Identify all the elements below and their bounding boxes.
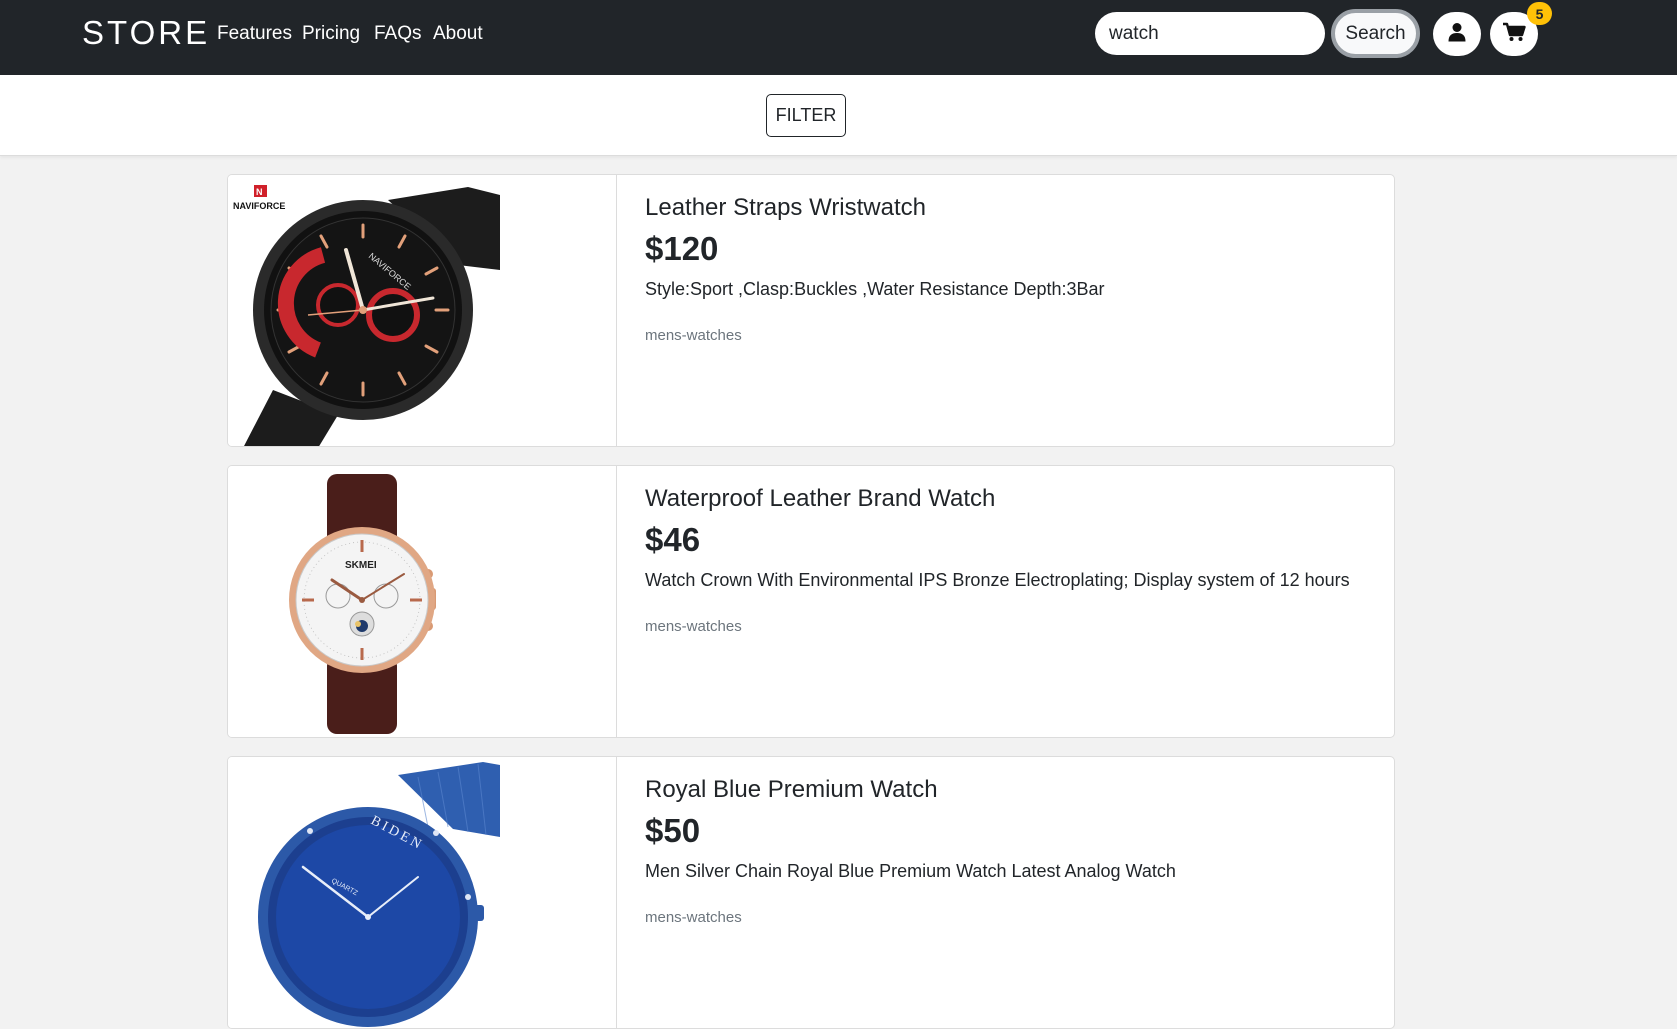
product-category: mens-watches	[645, 327, 742, 344]
product-title[interactable]: Leather Straps Wristwatch	[645, 194, 926, 222]
rose-gold-leather-watch-image: SKMEI	[289, 474, 436, 734]
product-description: Watch Crown With Environmental IPS Bronz…	[645, 570, 1350, 590]
product-image[interactable]: SKMEI	[228, 466, 617, 737]
svg-text:SKMEI: SKMEI	[345, 560, 377, 571]
product-price: $120	[645, 230, 719, 267]
product-title[interactable]: Royal Blue Premium Watch	[645, 776, 938, 804]
filter-bar: FILTER	[0, 75, 1677, 156]
svg-text:NAVIFORCE: NAVIFORCE	[233, 201, 285, 211]
brand-logo[interactable]: STORE	[82, 14, 210, 52]
product-description: Style:Sport ,Clasp:Buckles ,Water Resist…	[645, 279, 1105, 299]
cart-icon	[1502, 22, 1526, 47]
search-button[interactable]: Search	[1331, 9, 1420, 58]
royal-blue-mesh-watch-image: BIDEN QUARTZ	[258, 762, 500, 1027]
svg-text:N: N	[256, 187, 263, 197]
cart-count-badge: 5	[1527, 2, 1552, 25]
product-image[interactable]: N NAVIFORCE NAVIFORCE	[228, 175, 617, 446]
nav-link-pricing[interactable]: Pricing	[302, 23, 360, 45]
top-navbar: STORE Features Pricing FAQs About Search…	[0, 0, 1677, 75]
filter-button[interactable]: FILTER	[766, 94, 846, 137]
user-account-button[interactable]	[1433, 12, 1481, 56]
product-price: $46	[645, 521, 701, 558]
search-input[interactable]	[1095, 12, 1325, 55]
product-description: Men Silver Chain Royal Blue Premium Watc…	[645, 861, 1176, 881]
product-card[interactable]: SKMEI Waterproof Leather Brand Watch $46…	[227, 465, 1395, 738]
product-price: $50	[645, 812, 701, 849]
product-card[interactable]: BIDEN QUARTZ Royal Blue Premium Watch $5…	[227, 756, 1395, 1029]
nav-link-about[interactable]: About	[433, 23, 483, 45]
nav-link-features[interactable]: Features	[217, 23, 292, 45]
product-image[interactable]: BIDEN QUARTZ	[228, 757, 617, 1028]
product-category: mens-watches	[645, 618, 742, 635]
product-title[interactable]: Waterproof Leather Brand Watch	[645, 485, 995, 513]
black-red-chronograph-watch-image: N NAVIFORCE NAVIFORCE	[233, 185, 500, 446]
product-category: mens-watches	[645, 909, 742, 926]
nav-link-faqs[interactable]: FAQs	[374, 23, 422, 45]
user-icon	[1447, 22, 1467, 47]
product-card[interactable]: N NAVIFORCE NAVIFORCE Leather Straps Wri…	[227, 174, 1395, 447]
